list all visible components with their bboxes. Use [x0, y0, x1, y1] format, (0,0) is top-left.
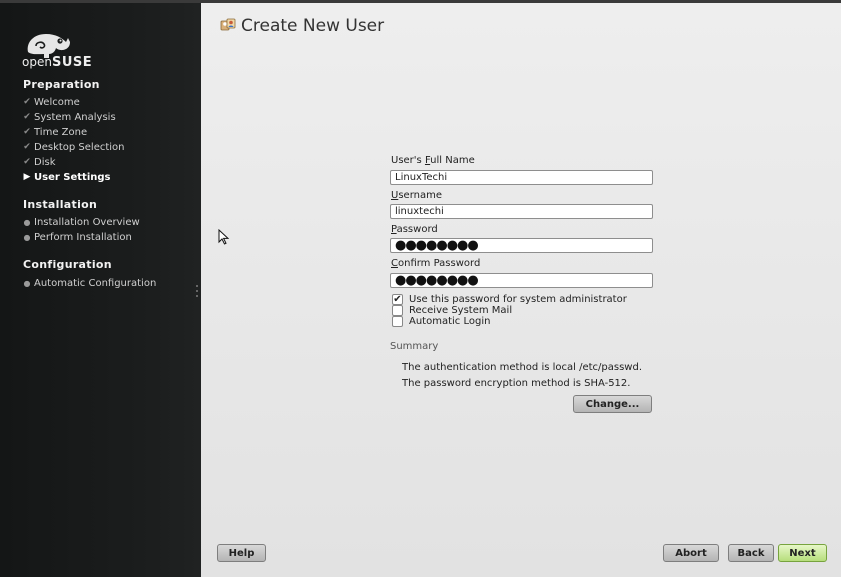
abort-button[interactable]: Abort [663, 544, 719, 562]
mouse-pointer-icon [218, 229, 230, 245]
check-icon: ✔ [23, 97, 31, 107]
step-automatic-configuration: ● Automatic Configuration [20, 276, 157, 290]
confirm-password-masked-value: ●●●●●●●● [395, 273, 479, 288]
bullet-icon: ● [23, 217, 31, 227]
username-field[interactable] [390, 204, 653, 219]
step-disk: ✔ Disk [20, 155, 55, 169]
check-icon: ✔ [23, 157, 31, 167]
confirm-password-label: Confirm Password [391, 258, 481, 269]
change-button[interactable]: Change... [573, 395, 652, 413]
installer-sidebar: openSUSE Preparation ✔ Welcome ✔ System An… [0, 3, 201, 577]
use-password-for-admin-checkbox[interactable]: ✔ [392, 293, 403, 305]
summary-label: Summary [390, 341, 439, 352]
check-icon: ✔ [23, 142, 31, 152]
receive-system-mail-label: Receive System Mail [409, 304, 513, 316]
section-title-preparation: Preparation [23, 78, 100, 91]
next-button[interactable]: Next [778, 544, 827, 562]
username-label: Username [391, 190, 442, 201]
section-title-installation: Installation [23, 198, 98, 211]
password-masked-value: ●●●●●●●● [395, 238, 479, 253]
section-title-configuration: Configuration [23, 258, 112, 271]
step-time-zone: ✔ Time Zone [20, 125, 87, 139]
automatic-login-label: Automatic Login [409, 315, 491, 327]
password-label: Password [391, 224, 438, 235]
check-icon: ✔ [23, 127, 31, 137]
bullet-icon: ● [23, 232, 31, 242]
main-panel: Create New User User's Full Name Usernam… [201, 3, 841, 577]
automatic-login-checkbox[interactable] [392, 315, 403, 327]
step-welcome: ✔ Welcome [20, 95, 80, 109]
bullet-icon: ● [23, 278, 31, 288]
summary-auth-method: The authentication method is local /etc/… [402, 362, 643, 373]
sidebar-resize-grip[interactable] [196, 285, 199, 299]
use-password-for-admin-label: Use this password for system administrat… [409, 293, 627, 305]
summary-encryption-method: The password encryption method is SHA-51… [402, 378, 631, 389]
step-system-analysis: ✔ System Analysis [20, 110, 115, 124]
page-title: Create New User [241, 16, 385, 36]
arrow-right-icon: ▶ [23, 172, 31, 182]
step-desktop-selection: ✔ Desktop Selection [20, 140, 124, 154]
help-button[interactable]: Help [217, 544, 266, 562]
users-icon [220, 18, 236, 31]
check-icon: ✔ [393, 293, 402, 305]
automatic-login-option[interactable]: Automatic Login [392, 315, 490, 327]
step-perform-installation: ● Perform Installation [20, 230, 132, 244]
full-name-label: User's Full Name [391, 155, 475, 166]
step-installation-overview: ● Installation Overview [20, 215, 140, 229]
full-name-field[interactable] [390, 170, 653, 185]
receive-system-mail-checkbox[interactable] [392, 304, 403, 316]
opensuse-wordmark: openSUSE [22, 55, 93, 70]
check-icon: ✔ [23, 112, 31, 122]
step-user-settings: ▶ User Settings [20, 170, 111, 184]
back-button[interactable]: Back [728, 544, 774, 562]
